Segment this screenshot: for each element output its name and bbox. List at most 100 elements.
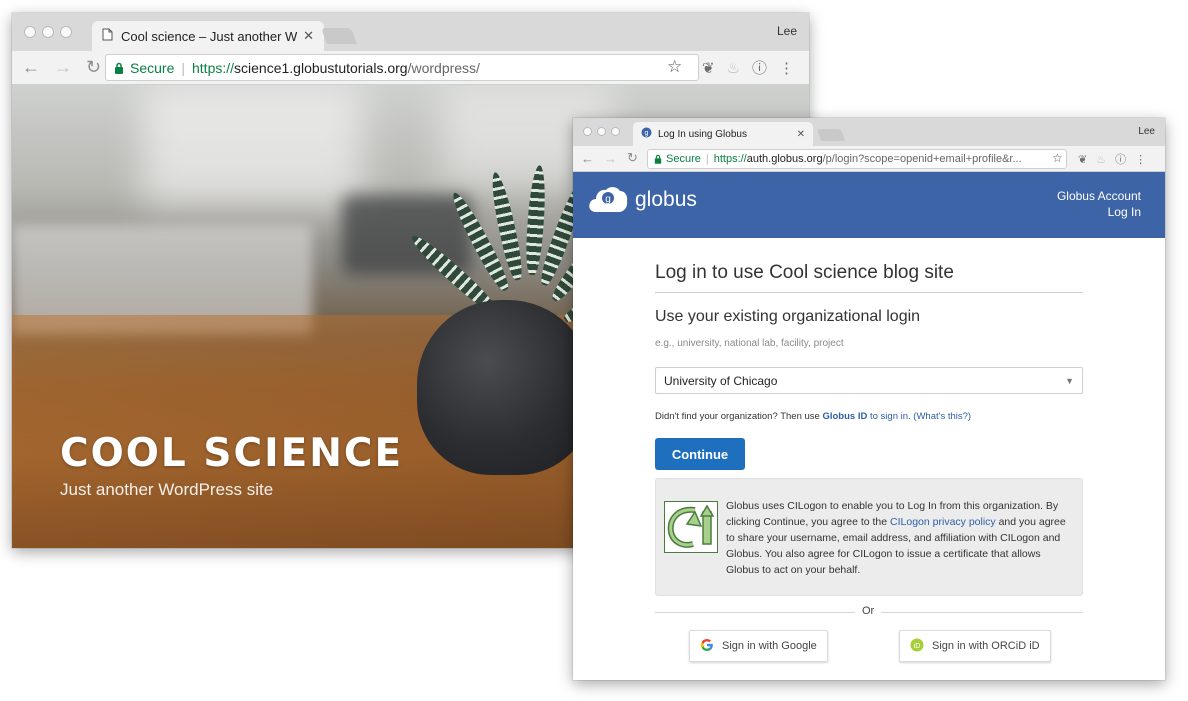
extension-icons: ❦ ♨ ⓘ ⋮ bbox=[702, 57, 794, 78]
page-icon bbox=[102, 28, 113, 44]
info-icon[interactable]: ⓘ bbox=[752, 57, 767, 78]
globus-header: g globus Globus Account Log In bbox=[573, 172, 1165, 238]
cilogon-logo-icon bbox=[664, 501, 718, 553]
globus-favicon-icon: g bbox=[641, 127, 652, 141]
url-scheme: https:// bbox=[192, 59, 235, 76]
site-title[interactable]: COOL SCIENCE bbox=[60, 431, 403, 476]
new-tab-button[interactable] bbox=[321, 28, 357, 44]
url-path: /wordpress/ bbox=[407, 59, 480, 76]
star-icon[interactable]: ☆ bbox=[1052, 151, 1063, 165]
address-separator: | bbox=[181, 59, 185, 76]
login-panel: Log in to use Cool science blog site Use… bbox=[655, 238, 1083, 620]
close-icon[interactable]: ✕ bbox=[797, 129, 805, 140]
new-tab-button[interactable] bbox=[816, 129, 846, 141]
reload-icon[interactable]: ↻ bbox=[627, 150, 638, 166]
nav-buttons: ← → ↻ bbox=[581, 150, 638, 166]
selected-organization: University of Chicago bbox=[664, 373, 778, 388]
info-icon[interactable]: ⓘ bbox=[1115, 151, 1126, 167]
close-window-button[interactable] bbox=[583, 127, 592, 136]
maximize-window-button[interactable] bbox=[60, 26, 72, 38]
kebab-menu-icon[interactable]: ⋮ bbox=[1135, 153, 1146, 166]
organization-select[interactable]: University of Chicago ▼ bbox=[655, 367, 1083, 394]
login-label[interactable]: Log In bbox=[1057, 204, 1141, 220]
privacy-policy-link[interactable]: CILogon privacy policy bbox=[890, 516, 996, 528]
secure-label: Secure bbox=[130, 59, 175, 76]
svg-text:g: g bbox=[605, 194, 611, 205]
address-separator: | bbox=[705, 153, 709, 165]
site-tagline: Just another WordPress site bbox=[60, 480, 274, 499]
toolbar: ← → ↻ Secure | https://auth.globus.org/p… bbox=[573, 146, 1165, 172]
back-arrow-icon[interactable]: ← bbox=[581, 151, 594, 166]
extension-icon[interactable]: ♨ bbox=[1096, 153, 1106, 166]
google-icon bbox=[700, 638, 714, 655]
title-bar: g Log In using Globus ✕ Lee bbox=[573, 118, 1165, 146]
lock-icon bbox=[654, 154, 662, 164]
extension-icon[interactable]: ♨ bbox=[727, 59, 740, 77]
maximize-window-button[interactable] bbox=[611, 127, 620, 136]
tab-cool-science[interactable]: Cool science – Just another W ✕ bbox=[92, 21, 324, 51]
reload-icon[interactable]: ↻ bbox=[86, 57, 101, 78]
browser-window-front: g Log In using Globus ✕ Lee ← → ↻ Secure… bbox=[573, 118, 1165, 680]
globus-account-menu[interactable]: Globus Account Log In bbox=[1057, 188, 1141, 220]
secure-label: Secure bbox=[666, 153, 701, 165]
close-icon[interactable]: ✕ bbox=[303, 28, 314, 44]
google-signin-label: Sign in with Google bbox=[722, 640, 817, 652]
toolbar: ← → ↻ Secure | https://science1.globustu… bbox=[12, 51, 809, 85]
window-controls bbox=[583, 127, 620, 136]
star-icon[interactable]: ☆ bbox=[667, 57, 682, 77]
background-window-light bbox=[142, 85, 362, 205]
orcid-signin-button[interactable]: iD Sign in with ORCiD iD bbox=[899, 630, 1051, 662]
close-window-button[interactable] bbox=[24, 26, 36, 38]
org-not-found-text: Didn't find your organization? Then use … bbox=[655, 411, 1083, 422]
orcid-signin-label: Sign in with ORCiD iD bbox=[932, 640, 1040, 652]
svg-text:g: g bbox=[645, 130, 649, 137]
address-bar[interactable]: Secure | https://auth.globus.org/p/login… bbox=[647, 149, 1067, 169]
plant-pot bbox=[417, 300, 592, 475]
title-bar: Cool science – Just another W ✕ Lee bbox=[12, 13, 809, 51]
minimize-window-button[interactable] bbox=[42, 26, 54, 38]
tab-title: Log In using Globus bbox=[658, 128, 747, 140]
window-controls bbox=[24, 26, 72, 38]
evernote-icon[interactable]: ❦ bbox=[702, 59, 715, 77]
globus-logo-text: globus bbox=[635, 188, 697, 211]
account-label[interactable]: Globus Account bbox=[1057, 188, 1141, 204]
page-title: Log in to use Cool science blog site bbox=[655, 262, 1083, 293]
kebab-menu-icon[interactable]: ⋮ bbox=[779, 59, 794, 77]
tab-globus-login[interactable]: g Log In using Globus ✕ bbox=[633, 122, 813, 146]
forward-arrow-icon[interactable]: → bbox=[604, 151, 617, 166]
cilogon-notice: Globus uses CILogon to enable you to Log… bbox=[655, 478, 1083, 596]
forward-arrow-icon[interactable]: → bbox=[54, 57, 72, 78]
url-scheme: https:// bbox=[713, 153, 747, 165]
or-label: Or bbox=[855, 605, 882, 617]
profile-name[interactable]: Lee bbox=[1138, 126, 1155, 137]
or-divider: Or bbox=[655, 604, 1083, 620]
url-host: science1.globustutorials.org bbox=[234, 59, 408, 76]
sign-in-link[interactable]: to sign in. bbox=[867, 411, 911, 422]
back-arrow-icon[interactable]: ← bbox=[22, 57, 40, 78]
continue-button[interactable]: Continue bbox=[655, 438, 745, 470]
profile-name[interactable]: Lee bbox=[777, 24, 797, 38]
org-hint: e.g., university, national lab, facility… bbox=[655, 338, 844, 349]
evernote-icon[interactable]: ❦ bbox=[1078, 153, 1087, 166]
dropdown-caret-icon: ▼ bbox=[1065, 375, 1074, 386]
secure-indicator[interactable]: Secure bbox=[654, 153, 701, 165]
tab-title: Cool science – Just another W bbox=[121, 28, 298, 44]
google-signin-button[interactable]: Sign in with Google bbox=[689, 630, 828, 662]
nav-buttons: ← → ↻ bbox=[22, 57, 101, 78]
cilogon-notice-text: Globus uses CILogon to enable you to Log… bbox=[726, 498, 1076, 578]
not-found-prefix: Didn't find your organization? Then use bbox=[655, 411, 823, 422]
minimize-window-button[interactable] bbox=[597, 127, 606, 136]
extension-icons: ❦ ♨ ⓘ ⋮ bbox=[1078, 151, 1146, 167]
orcid-icon: iD bbox=[910, 638, 924, 655]
svg-text:iD: iD bbox=[914, 643, 921, 650]
secure-indicator[interactable]: Secure bbox=[114, 60, 174, 76]
address-bar[interactable]: Secure | https://science1.globustutorial… bbox=[105, 54, 699, 81]
section-heading: Use your existing organizational login bbox=[655, 308, 921, 325]
url-path: /p/login?scope=openid+email+profile&r... bbox=[822, 153, 1022, 165]
globus-logo[interactable]: g globus bbox=[587, 184, 697, 216]
whats-this-link[interactable]: (What's this?) bbox=[913, 411, 971, 422]
url-host: auth.globus.org bbox=[746, 153, 823, 165]
lock-icon bbox=[115, 62, 123, 74]
globus-cloud-icon: g bbox=[589, 187, 628, 212]
globus-id-link[interactable]: Globus ID bbox=[822, 411, 867, 422]
